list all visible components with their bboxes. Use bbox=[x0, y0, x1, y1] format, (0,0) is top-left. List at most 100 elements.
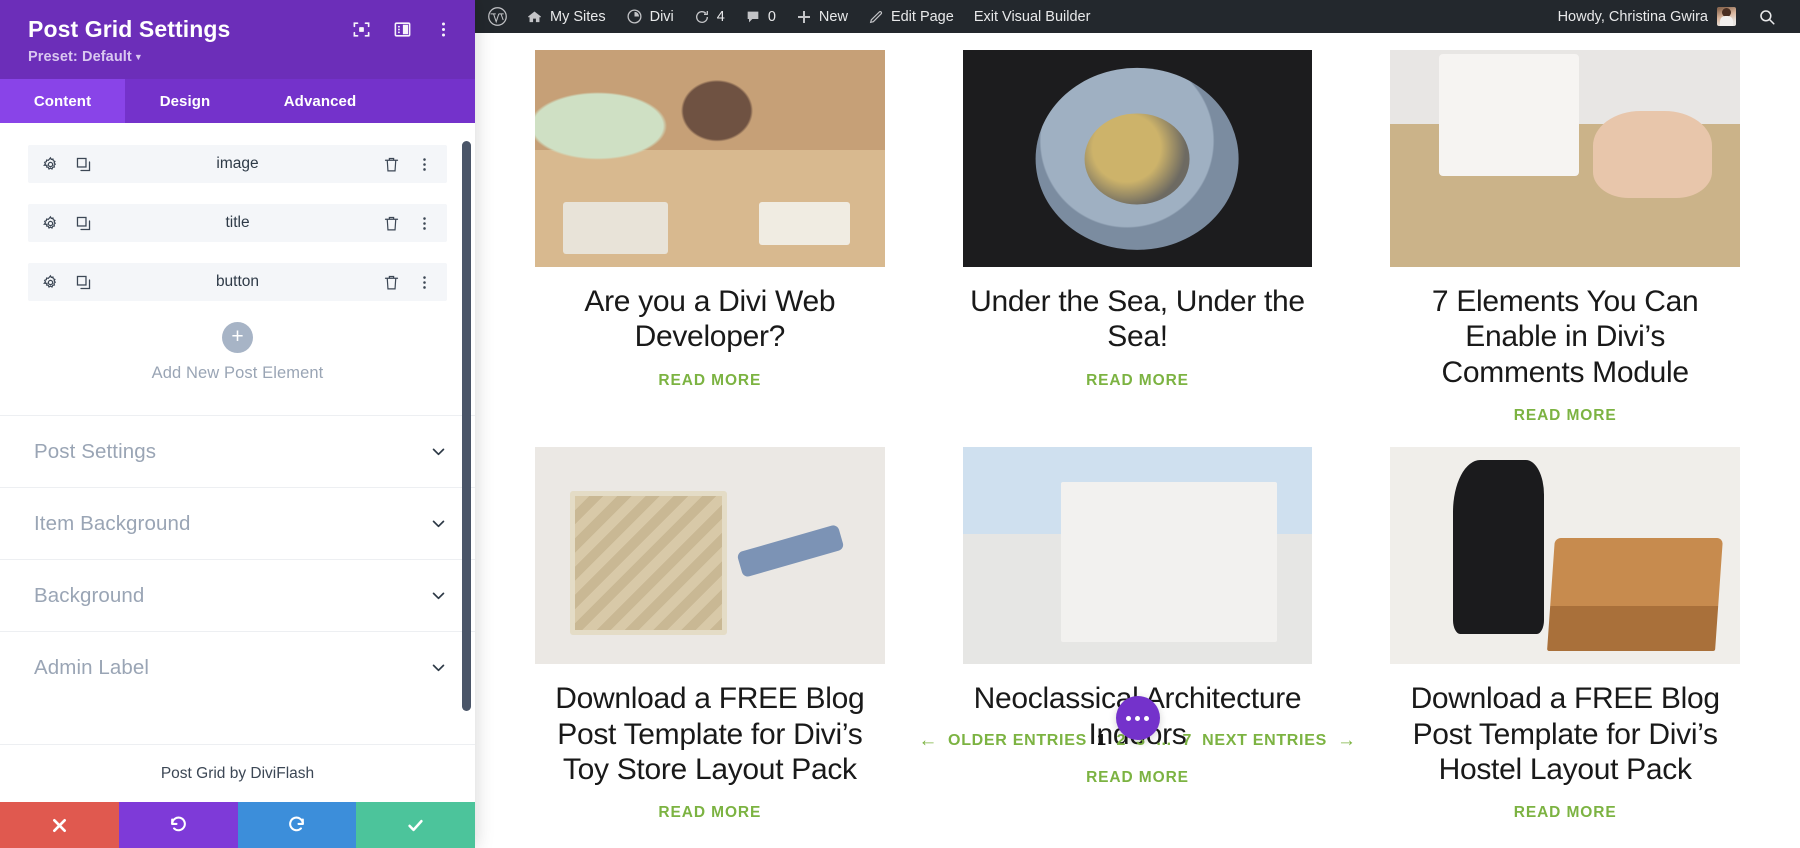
chevron-down-icon bbox=[432, 592, 445, 600]
pagination-page-last[interactable]: 7 bbox=[1182, 732, 1192, 750]
more-options-icon[interactable] bbox=[416, 156, 433, 173]
post-thumbnail[interactable] bbox=[535, 50, 885, 267]
trash-icon[interactable] bbox=[383, 156, 400, 173]
admin-bar-comments[interactable]: 0 bbox=[735, 0, 786, 33]
row-right-icons bbox=[383, 156, 433, 173]
post-title[interactable]: Are you a Divi Web Developer? bbox=[535, 284, 885, 355]
close-icon bbox=[52, 818, 66, 832]
gear-icon[interactable] bbox=[42, 274, 59, 291]
post-card: Download a FREE Blog Post Template for D… bbox=[1390, 447, 1740, 844]
admin-bar-new[interactable]: New bbox=[786, 0, 858, 33]
divi-menu-fab[interactable] bbox=[1115, 696, 1160, 740]
panel-scrollbar-track[interactable] bbox=[462, 123, 471, 744]
preset-selector[interactable]: Preset: Default ▼ bbox=[28, 49, 453, 65]
more-options-icon[interactable] bbox=[416, 215, 433, 232]
admin-bar-howdy[interactable]: Howdy, Christina Gwira bbox=[1546, 7, 1748, 26]
pagination-prev-arrow[interactable]: ← bbox=[918, 730, 938, 752]
accordion-item-background[interactable]: Item Background bbox=[0, 487, 475, 559]
chevron-down-icon bbox=[432, 448, 445, 456]
howdy-label: Howdy, Christina Gwira bbox=[1557, 8, 1708, 25]
accordion-post-settings[interactable]: Post Settings bbox=[0, 415, 475, 487]
trash-icon[interactable] bbox=[383, 274, 400, 291]
tab-advanced[interactable]: Advanced bbox=[245, 79, 395, 123]
pagination-next-arrow[interactable]: → bbox=[1337, 730, 1357, 752]
read-more-link[interactable]: READ MORE bbox=[1514, 407, 1617, 425]
tab-design[interactable]: Design bbox=[125, 79, 245, 123]
admin-bar-wordpress-logo[interactable] bbox=[475, 0, 516, 33]
add-new-post-element[interactable]: + Add New Post Element bbox=[0, 322, 475, 415]
accordion-background[interactable]: Background bbox=[0, 559, 475, 631]
panel-header: Post Grid Settings Preset: Default ▼ bbox=[0, 0, 475, 80]
admin-bar-updates[interactable]: 4 bbox=[684, 0, 735, 33]
cancel-button[interactable] bbox=[0, 802, 119, 848]
panel-scrollbar-thumb[interactable] bbox=[462, 141, 471, 712]
accordion-admin-label[interactable]: Admin Label bbox=[0, 631, 475, 703]
admin-bar-search-button[interactable] bbox=[1748, 8, 1790, 26]
read-more-link[interactable]: READ MORE bbox=[1086, 372, 1189, 390]
post-element-row-button[interactable]: button bbox=[28, 263, 447, 302]
admin-bar-exit-visual-builder[interactable]: Exit Visual Builder bbox=[964, 0, 1101, 33]
gear-icon[interactable] bbox=[42, 215, 59, 232]
post-elements-list: image title button bbox=[0, 145, 475, 302]
more-options-icon[interactable] bbox=[416, 274, 433, 291]
post-thumbnail[interactable] bbox=[1390, 50, 1740, 267]
post-title[interactable]: 7 Elements You Can Enable in Divi’s Comm… bbox=[1390, 284, 1740, 390]
undo-icon bbox=[170, 816, 186, 831]
redo-button[interactable] bbox=[237, 802, 357, 848]
panel-body: image title button + Add New Post Elemen… bbox=[0, 123, 475, 744]
admin-bar-my-sites[interactable]: My Sites bbox=[516, 0, 616, 33]
divi-icon bbox=[627, 9, 642, 24]
tab-content[interactable]: Content bbox=[0, 79, 125, 124]
post-card: Are you a Divi Web Developer? READ MORE bbox=[535, 50, 885, 447]
accordion-label: Background bbox=[34, 583, 145, 607]
pagination-older-entries[interactable]: OLDER ENTRIES bbox=[948, 732, 1087, 750]
post-thumbnail[interactable] bbox=[535, 447, 885, 665]
layout-panel-icon[interactable] bbox=[393, 20, 412, 39]
admin-bar-edit-page[interactable]: Edit Page bbox=[858, 0, 964, 33]
focus-target-icon[interactable] bbox=[352, 20, 371, 39]
post-element-label: button bbox=[215, 273, 260, 291]
post-thumbnail[interactable] bbox=[962, 447, 1313, 665]
post-grid-settings-panel: Post Grid Settings Preset: Default ▼ Con… bbox=[0, 0, 475, 848]
read-more-link[interactable]: READ MORE bbox=[1086, 769, 1189, 787]
row-left-icons bbox=[42, 274, 92, 291]
accordion-label: Post Settings bbox=[34, 439, 157, 463]
post-title[interactable]: Under the Sea, Under the Sea! bbox=[963, 284, 1313, 355]
pencil-icon bbox=[869, 10, 883, 23]
trash-icon[interactable] bbox=[383, 215, 400, 232]
plus-icon bbox=[797, 10, 810, 23]
add-plus-icon[interactable]: + bbox=[222, 322, 253, 354]
comments-icon bbox=[747, 11, 759, 22]
read-more-link[interactable]: READ MORE bbox=[658, 372, 761, 390]
panel-header-icons bbox=[352, 16, 453, 39]
post-card: 7 Elements You Can Enable in Divi’s Comm… bbox=[1390, 50, 1740, 447]
post-card: Under the Sea, Under the Sea! READ MORE bbox=[962, 50, 1313, 447]
avatar bbox=[1717, 7, 1736, 26]
read-more-link[interactable]: READ MORE bbox=[1514, 804, 1617, 822]
check-icon bbox=[408, 819, 423, 831]
read-more-link[interactable]: READ MORE bbox=[658, 804, 761, 822]
duplicate-icon[interactable] bbox=[75, 156, 92, 173]
post-thumbnail[interactable] bbox=[1390, 447, 1740, 665]
post-thumbnail[interactable] bbox=[962, 50, 1313, 267]
post-element-row-title[interactable]: title bbox=[28, 204, 447, 243]
save-button[interactable] bbox=[356, 802, 475, 848]
panel-module-credit: Post Grid by DiviFlash bbox=[0, 744, 475, 802]
accordion-label: Admin Label bbox=[34, 655, 150, 679]
undo-button[interactable] bbox=[118, 802, 238, 848]
fab-dot bbox=[1144, 715, 1149, 721]
redo-icon bbox=[289, 816, 305, 831]
wp-admin-bar: My Sites Divi 4 0 New Edit Page Exit Vis… bbox=[475, 0, 1800, 33]
panel-action-bar bbox=[0, 802, 475, 848]
duplicate-icon[interactable] bbox=[75, 274, 92, 291]
more-options-icon[interactable] bbox=[434, 20, 453, 39]
gear-icon[interactable] bbox=[42, 156, 59, 173]
wordpress-logo-icon bbox=[488, 7, 507, 26]
pagination-next-entries[interactable]: NEXT ENTRIES bbox=[1202, 732, 1327, 750]
admin-bar-divi[interactable]: Divi bbox=[616, 0, 684, 33]
duplicate-icon[interactable] bbox=[75, 215, 92, 232]
updates-icon bbox=[695, 10, 708, 23]
post-element-row-image[interactable]: image bbox=[28, 145, 447, 184]
admin-bar-label: New bbox=[818, 8, 848, 25]
post-card: Download a FREE Blog Post Template for D… bbox=[535, 447, 885, 844]
